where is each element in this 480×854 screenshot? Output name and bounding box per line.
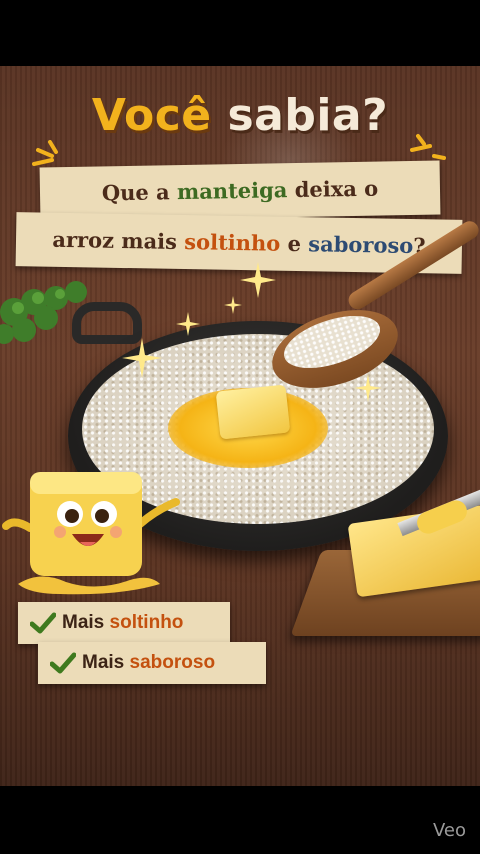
banner-1-highlight: manteiga	[176, 177, 288, 205]
butter-mascot	[2, 472, 180, 595]
benefit-1-pre: Mais	[62, 612, 105, 633]
benefit-1-highlight: soltinho	[109, 612, 184, 633]
sparkle-icon	[224, 296, 242, 314]
headline-word-2: sabia?	[227, 90, 389, 141]
sparkle-icon	[354, 374, 382, 402]
benefit-2-highlight: saboroso	[129, 652, 216, 673]
accent-lines-right	[410, 134, 446, 160]
banner-1-post: deixa o	[287, 175, 379, 203]
benefit-item-2: Mais saboroso	[38, 642, 266, 684]
banner-line-1: Que a manteiga deixa o	[39, 160, 441, 222]
sparkle-icon	[176, 312, 200, 336]
headline-word-1: Você	[91, 90, 212, 141]
banner-2-pre: arroz mais	[52, 226, 185, 255]
check-icon	[50, 652, 76, 674]
check-icon	[30, 612, 56, 634]
banner-2-highlight-2: saboroso	[308, 231, 414, 259]
benefit-item-1: Mais soltinho	[18, 602, 230, 644]
banner-2-mid: e	[280, 230, 309, 257]
sparkle-icon	[240, 262, 276, 298]
sparkle-icon	[122, 338, 162, 378]
poster: Você sabia? Que a manteiga deixa o arroz…	[0, 66, 480, 786]
benefit-2-pre: Mais	[82, 652, 125, 673]
banner-1-pre: Que a	[101, 179, 178, 206]
watermark: Veo	[432, 820, 466, 841]
butter-cube	[215, 384, 291, 440]
banner-2-highlight-1: soltinho	[184, 229, 281, 256]
accent-lines-left	[32, 140, 58, 166]
